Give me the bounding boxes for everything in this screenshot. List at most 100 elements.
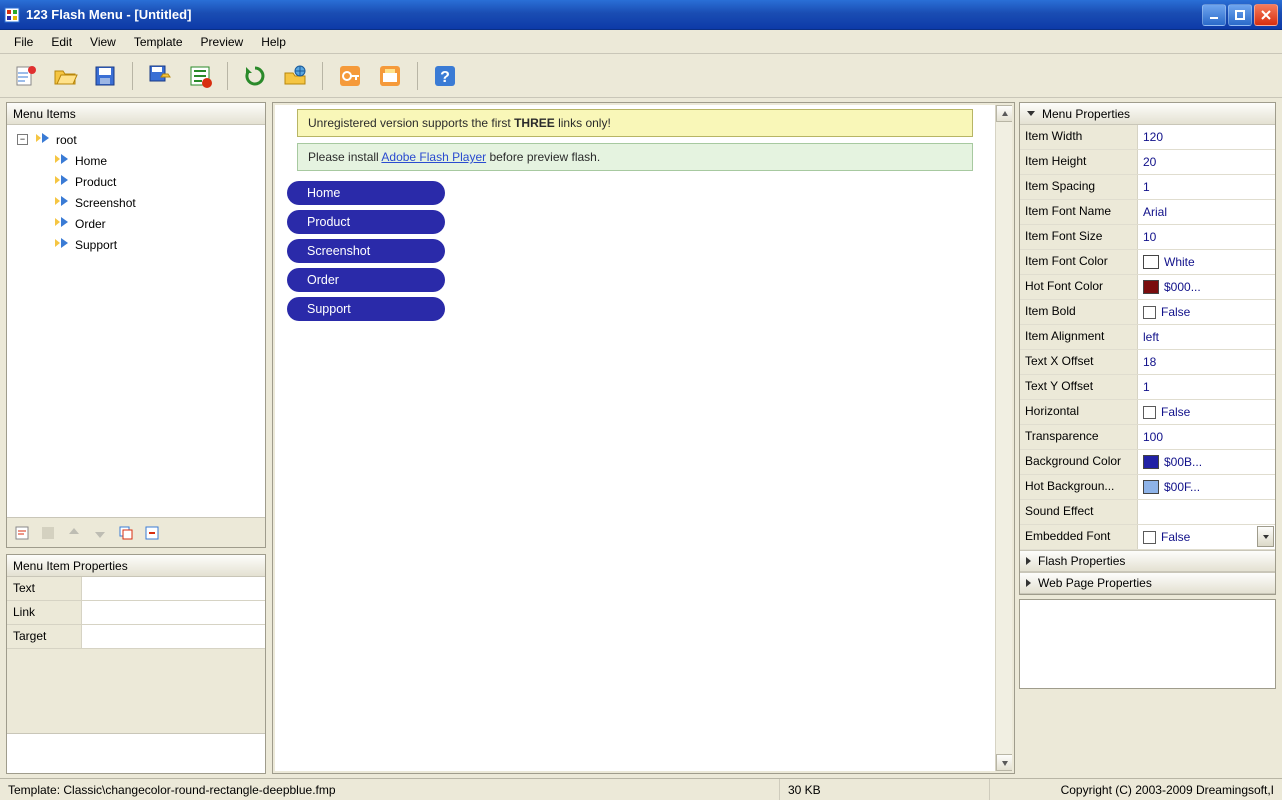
menu-prop-label: Hot Backgroun...: [1020, 475, 1138, 499]
toolbar-open[interactable]: [48, 59, 82, 93]
menu-prop-value-text: False: [1161, 405, 1190, 419]
toolbar-new[interactable]: [8, 59, 42, 93]
item-prop-value-target[interactable]: [82, 625, 265, 648]
scrollbar-down-icon[interactable]: [996, 754, 1012, 771]
tree-item[interactable]: Support: [13, 234, 259, 255]
menu-prop-value-text: False: [1161, 530, 1190, 544]
tree-item-label: Home: [73, 153, 109, 169]
menu-prop-value[interactable]: False: [1138, 300, 1275, 324]
menu-prop-row: Transparence100: [1020, 425, 1275, 450]
window-title: 123 Flash Menu - [Untitled]: [26, 7, 1202, 22]
menu-properties-header[interactable]: Menu Properties: [1020, 103, 1275, 125]
menu-prop-label: Item Height: [1020, 150, 1138, 174]
toolbar-register[interactable]: [373, 59, 407, 93]
menu-template[interactable]: Template: [126, 32, 191, 52]
menu-prop-value[interactable]: 100: [1138, 425, 1275, 449]
menu-items-panel: Menu Items − root Home Product: [6, 102, 266, 548]
status-template-label: Template:: [8, 783, 60, 797]
tree-expander-icon[interactable]: −: [17, 134, 28, 145]
toolbar-help[interactable]: ?: [428, 59, 462, 93]
menu-prop-value-text: 1: [1143, 380, 1150, 394]
menu-prop-value[interactable]: Arial: [1138, 200, 1275, 224]
unregistered-notice: Unregistered version supports the first …: [297, 109, 973, 137]
tree-item[interactable]: Screenshot: [13, 192, 259, 213]
section-webpage-properties[interactable]: Web Page Properties: [1020, 572, 1275, 594]
tree-delete-item[interactable]: [141, 522, 163, 544]
maximize-button[interactable]: [1228, 4, 1252, 26]
menu-prop-value[interactable]: [1138, 500, 1275, 524]
disclosure-down-icon: [1026, 109, 1036, 119]
tree-item[interactable]: Order: [13, 213, 259, 234]
tree-copy-item[interactable]: [115, 522, 137, 544]
menu-prop-value[interactable]: 10: [1138, 225, 1275, 249]
item-prop-value-link[interactable]: [82, 601, 265, 624]
toolbar-refresh[interactable]: [238, 59, 272, 93]
tree-item[interactable]: Product: [13, 171, 259, 192]
checkbox-icon[interactable]: [1143, 306, 1156, 319]
toolbar-save[interactable]: [88, 59, 122, 93]
close-button[interactable]: [1254, 4, 1278, 26]
menu-prop-value-text: 10: [1143, 230, 1156, 244]
checkbox-icon[interactable]: [1143, 531, 1156, 544]
folder-node-icon: [34, 130, 50, 149]
item-prop-value-text[interactable]: [82, 577, 265, 600]
menu-edit[interactable]: Edit: [43, 32, 80, 52]
toolbar-save-as[interactable]: [143, 59, 177, 93]
menu-prop-value[interactable]: left: [1138, 325, 1275, 349]
menu-preview[interactable]: Preview: [193, 32, 252, 52]
menu-prop-value[interactable]: False: [1138, 525, 1275, 549]
menu-prop-value[interactable]: 120: [1138, 125, 1275, 149]
menu-prop-value[interactable]: 1: [1138, 375, 1275, 399]
minimize-button[interactable]: [1202, 4, 1226, 26]
checkbox-icon[interactable]: [1143, 406, 1156, 419]
menu-prop-value[interactable]: False: [1138, 400, 1275, 424]
menu-prop-label: Item Font Size: [1020, 225, 1138, 249]
menu-prop-value[interactable]: 18: [1138, 350, 1275, 374]
menu-prop-value[interactable]: 20: [1138, 150, 1275, 174]
preview-menu-item[interactable]: Order: [287, 268, 445, 292]
color-swatch-icon: [1143, 480, 1159, 494]
tree-root[interactable]: − root: [13, 129, 259, 150]
notice-bold: THREE: [514, 116, 555, 130]
preview-menu-item[interactable]: Home: [287, 181, 445, 205]
preview-menu-item[interactable]: Product: [287, 210, 445, 234]
preview-menu-item[interactable]: Support: [287, 297, 445, 321]
disclosure-right-icon: [1024, 578, 1034, 588]
item-prop-row: Link: [7, 601, 265, 625]
menu-prop-row: Hot Backgroun...$00F...: [1020, 475, 1275, 500]
menu-prop-value[interactable]: $000...: [1138, 275, 1275, 299]
preview-scrollbar[interactable]: [995, 105, 1012, 771]
color-swatch-icon: [1143, 255, 1159, 269]
tree-item[interactable]: Home: [13, 150, 259, 171]
menu-file[interactable]: File: [6, 32, 41, 52]
section-flash-properties[interactable]: Flash Properties: [1020, 550, 1275, 572]
menu-prop-value[interactable]: 1: [1138, 175, 1275, 199]
menu-prop-row: Embedded FontFalse: [1020, 525, 1275, 550]
menu-prop-value[interactable]: White: [1138, 250, 1275, 274]
menu-prop-value-text: 18: [1143, 355, 1156, 369]
menu-help[interactable]: Help: [253, 32, 294, 52]
menu-prop-label: Sound Effect: [1020, 500, 1138, 524]
menubar: File Edit View Template Preview Help: [0, 30, 1282, 54]
dropdown-button[interactable]: [1257, 526, 1274, 547]
toolbar-preview-browser[interactable]: [278, 59, 312, 93]
tree-item-label: Order: [73, 216, 108, 232]
menu-prop-row: HorizontalFalse: [1020, 400, 1275, 425]
menu-prop-row: Item Alignmentleft: [1020, 325, 1275, 350]
menu-prop-label: Item Spacing: [1020, 175, 1138, 199]
menu-prop-value[interactable]: $00B...: [1138, 450, 1275, 474]
toolbar-export[interactable]: [183, 59, 217, 93]
scrollbar-up-icon[interactable]: [996, 105, 1012, 122]
flash-player-link[interactable]: Adobe Flash Player: [381, 150, 486, 164]
menu-prop-row: Item Font NameArial: [1020, 200, 1275, 225]
status-copyright-text: Copyright (C) 2003-2009 Dreamingsoft,I: [1061, 783, 1274, 797]
menu-items-tree[interactable]: − root Home Product Screenshot: [7, 125, 265, 517]
menu-view[interactable]: View: [82, 32, 124, 52]
menu-prop-value[interactable]: $00F...: [1138, 475, 1275, 499]
tree-add-item[interactable]: [11, 522, 33, 544]
menu-prop-label: Item Width: [1020, 125, 1138, 149]
toolbar-key[interactable]: [333, 59, 367, 93]
item-node-icon: [53, 235, 69, 254]
preview-menu-item[interactable]: Screenshot: [287, 239, 445, 263]
item-properties-title: Menu Item Properties: [13, 559, 128, 573]
